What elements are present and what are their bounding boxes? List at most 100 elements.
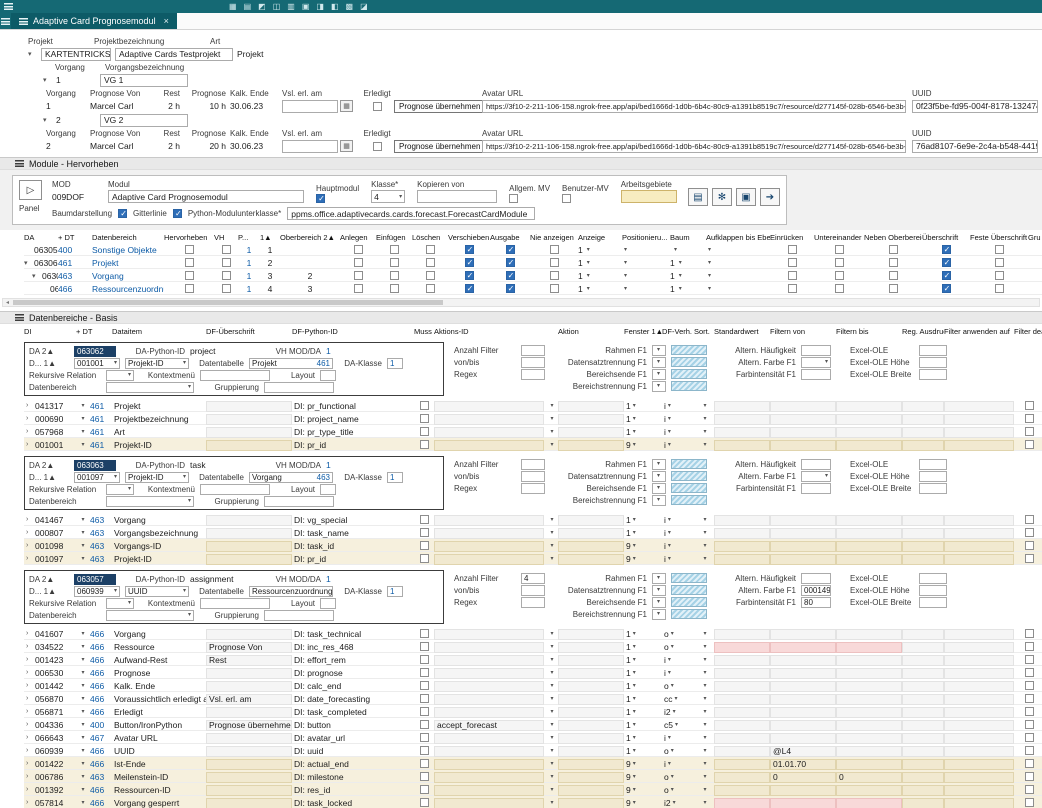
feste-ueberschrift-checkbox[interactable]: [995, 258, 1004, 267]
muss-checkbox[interactable]: [420, 541, 429, 550]
chevron-down-icon[interactable]: ▾: [81, 442, 84, 448]
cell-df-ueberschrift[interactable]: [206, 668, 292, 679]
expand-icon[interactable]: ▾: [24, 259, 33, 267]
da-id-field[interactable]: 063057: [74, 574, 116, 585]
verschieben-checkbox[interactable]: [465, 271, 474, 280]
uuid-field[interactable]: 0f23f5be-fd95-004f-8178-132474e8386e: [912, 100, 1038, 113]
muss-checkbox[interactable]: [420, 746, 429, 755]
da-klasse-field[interactable]: 1: [387, 586, 403, 597]
column-header[interactable]: Ausgabe: [490, 233, 530, 242]
positionierung-select[interactable]: ▾: [622, 273, 627, 279]
tab-strip-menu[interactable]: [0, 13, 11, 29]
cell-filter-anwenden-auf[interactable]: [944, 668, 1014, 679]
cell-standardwert[interactable]: [714, 694, 770, 705]
cell-standardwert[interactable]: [714, 759, 770, 770]
filter-deaktiviert-checkbox[interactable]: [1025, 798, 1034, 807]
muss-checkbox[interactable]: [420, 427, 429, 436]
cell-standardwert[interactable]: [714, 681, 770, 692]
anlegen-checkbox[interactable]: [354, 245, 363, 254]
cell-df-ueberschrift[interactable]: [206, 528, 292, 539]
filter-deaktiviert-checkbox[interactable]: [1025, 515, 1034, 524]
bereichsende-select[interactable]: ▾: [652, 483, 666, 494]
cell-aktions-id[interactable]: accept_forecast: [434, 720, 544, 731]
df-verh-select[interactable]: i2▾: [662, 705, 694, 718]
sort-select[interactable]: ▾: [694, 513, 714, 526]
datenbereich-name[interactable]: Projekt: [92, 256, 164, 269]
hervorheben-checkbox[interactable]: [185, 245, 194, 254]
cell-filter-anwenden-auf[interactable]: [944, 427, 1014, 438]
muss-checkbox[interactable]: [420, 694, 429, 703]
cell-filtern-von[interactable]: [770, 798, 836, 808]
column-header[interactable]: Feste Überschrift: [970, 233, 1028, 242]
column-header[interactable]: DI: [24, 327, 76, 336]
fenster-select[interactable]: 1▾: [624, 640, 662, 653]
menu-icon[interactable]: [4, 3, 13, 10]
cell-aktion[interactable]: [558, 668, 624, 679]
fenster-select[interactable]: 1▾: [624, 679, 662, 692]
column-header[interactable]: Neben Oberbereich: [864, 233, 922, 242]
fenster-select[interactable]: 1▾: [624, 666, 662, 679]
allgem-mv-checkbox[interactable]: [509, 194, 518, 203]
expand-icon[interactable]: ›: [26, 441, 35, 448]
rahmen-select[interactable]: ▾: [652, 345, 666, 356]
aufklappen-select[interactable]: ▾: [706, 273, 711, 279]
filter-deaktiviert-checkbox[interactable]: [1025, 440, 1034, 449]
column-header[interactable]: Filtern von: [770, 327, 836, 336]
positionierung-select[interactable]: ▾: [622, 247, 627, 253]
expand-icon[interactable]: ›: [26, 656, 35, 663]
datenbereich-name[interactable]: Vorgang: [92, 269, 164, 282]
column-header[interactable]: VH: [214, 233, 238, 242]
cell-reg-ausdruck[interactable]: [902, 401, 944, 412]
cell-filtern-bis[interactable]: [836, 733, 902, 744]
cell-filtern-bis[interactable]: [836, 528, 902, 539]
cell-aktion[interactable]: [558, 655, 624, 666]
filter-deaktiviert-checkbox[interactable]: [1025, 629, 1034, 638]
cell-standardwert[interactable]: [714, 772, 770, 783]
chevron-down-icon[interactable]: ▾: [81, 761, 84, 767]
kontextmenu-input[interactable]: [200, 484, 270, 495]
klasse-select[interactable]: 4▾: [371, 190, 405, 203]
toolbar-icon[interactable]: ▤: [244, 2, 252, 11]
expand-icon[interactable]: ›: [26, 760, 35, 767]
cell-reg-ausdruck[interactable]: [902, 655, 944, 666]
sort-select[interactable]: ▾: [694, 399, 714, 412]
chevron-down-icon[interactable]: ▾: [550, 761, 553, 767]
loeschen-checkbox[interactable]: [426, 271, 435, 280]
df-verh-select[interactable]: o▾: [662, 770, 694, 783]
filter-deaktiviert-checkbox[interactable]: [1025, 401, 1034, 410]
chevron-down-icon[interactable]: ▾: [550, 787, 553, 793]
cell-dataitem[interactable]: Vorgangs-ID: [112, 539, 206, 552]
regex-input[interactable]: [521, 483, 545, 494]
chevron-down-icon[interactable]: ▾: [550, 709, 553, 715]
cell-filtern-bis[interactable]: [836, 746, 902, 757]
regex-input[interactable]: [521, 369, 545, 380]
cell-aktions-id[interactable]: [434, 785, 544, 796]
expand-icon[interactable]: ›: [26, 669, 35, 676]
muss-checkbox[interactable]: [420, 733, 429, 742]
cell-filtern-von[interactable]: [770, 681, 836, 692]
farbintensitaet-input[interactable]: [801, 369, 831, 380]
cell-reg-ausdruck[interactable]: [902, 720, 944, 731]
datenbereich-select[interactable]: ▾: [106, 496, 194, 507]
cell-reg-ausdruck[interactable]: [902, 733, 944, 744]
chevron-down-icon[interactable]: ▾: [81, 735, 84, 741]
sort-select[interactable]: ▾: [694, 757, 714, 770]
cell-filtern-von[interactable]: @L4: [770, 746, 836, 757]
df-verh-select[interactable]: o▾: [662, 783, 694, 796]
modules-button[interactable]: ▣: [736, 188, 756, 206]
muss-checkbox[interactable]: [420, 720, 429, 729]
cell-df-ueberschrift[interactable]: [206, 785, 292, 796]
di-id-select[interactable]: 001001▾: [74, 358, 120, 369]
cell-df-ueberschrift[interactable]: [206, 733, 292, 744]
toolbar-icon[interactable]: ◫: [273, 2, 281, 11]
expand-icon[interactable]: ▾: [28, 50, 37, 58]
toolbar-icon[interactable]: ▣: [302, 2, 310, 11]
cell-filter-anwenden-auf[interactable]: [944, 401, 1014, 412]
muss-checkbox[interactable]: [420, 681, 429, 690]
cell-filtern-von[interactable]: [770, 785, 836, 796]
cell-filtern-von[interactable]: [770, 541, 836, 552]
datensatztrennung-select[interactable]: ▾: [652, 585, 666, 596]
column-header[interactable]: Einfügen: [376, 233, 412, 242]
chevron-down-icon[interactable]: ▾: [81, 657, 84, 663]
column-header[interactable]: Einrücken: [770, 233, 814, 242]
